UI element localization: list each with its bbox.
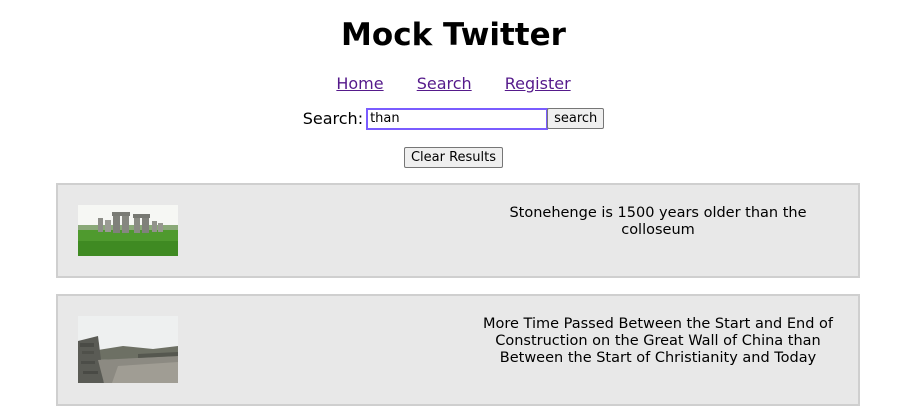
nav-link-home[interactable]: Home xyxy=(336,74,383,93)
stonehenge-image xyxy=(78,205,178,256)
great-wall-image xyxy=(78,316,178,383)
search-form: Search: search xyxy=(0,107,907,130)
search-input[interactable] xyxy=(366,107,549,130)
result-text: More Time Passed Between the Start and E… xyxy=(483,316,833,366)
nav-link-search[interactable]: Search xyxy=(417,74,472,93)
page-title: Mock Twitter xyxy=(341,17,566,53)
nav-link-register[interactable]: Register xyxy=(505,74,571,93)
clear-row: Clear Results xyxy=(0,146,907,168)
search-label: Search: xyxy=(302,109,364,128)
nav-bar: Home Search Register xyxy=(0,74,907,94)
result-text: Stonehenge is 1500 years older than the … xyxy=(509,205,807,238)
search-button[interactable]: search xyxy=(547,108,605,129)
result-card: More Time Passed Between the Start and E… xyxy=(56,294,860,406)
page: Mock Twitter Home Search Register Search… xyxy=(0,0,907,415)
result-card: Stonehenge is 1500 years older than the … xyxy=(56,183,860,278)
clear-results-button[interactable]: Clear Results xyxy=(403,147,504,168)
